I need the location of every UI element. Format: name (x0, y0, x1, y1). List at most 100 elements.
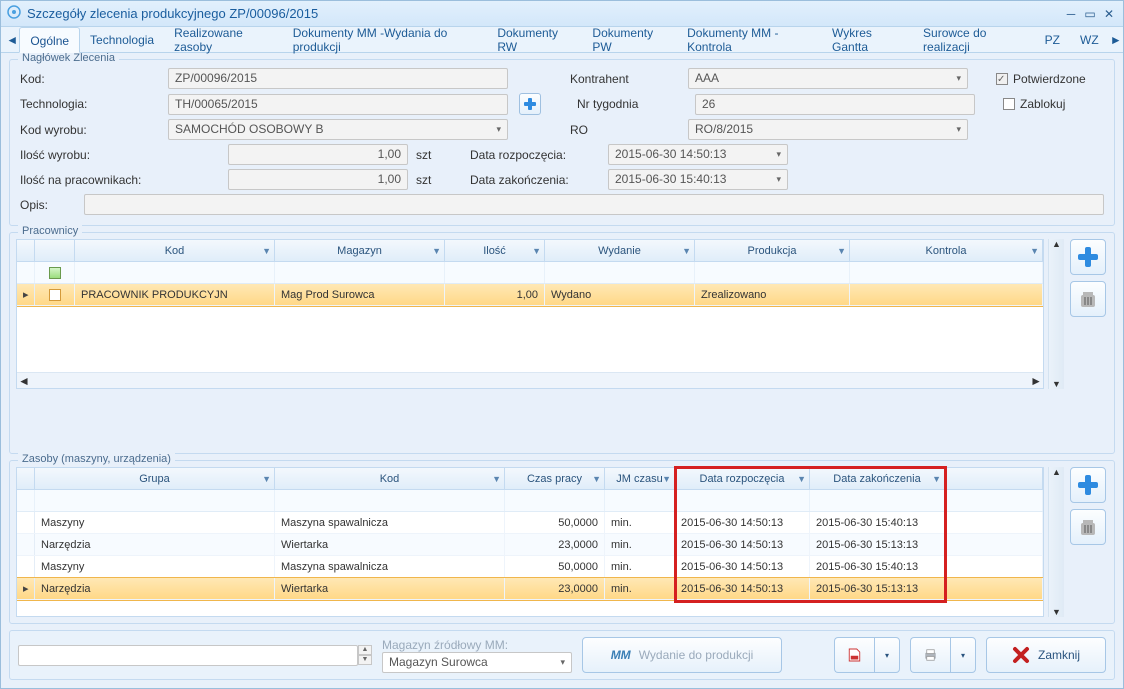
title-bar: Szczegóły zlecenia produkcyjnego ZP/0009… (1, 1, 1123, 27)
window-title: Szczegóły zlecenia produkcyjnego ZP/0009… (27, 6, 1060, 21)
checkbox-filter[interactable] (49, 267, 61, 279)
field-ilosc-prac[interactable]: 1,00 (228, 169, 408, 190)
label-mag-zrodlowy: Magazyn źródłowy MM: (382, 638, 572, 652)
field-ilosc-wyrobu[interactable]: 1,00 (228, 144, 408, 165)
tab-dok-mm-kontrola[interactable]: Dokumenty MM - Kontrola (677, 27, 822, 53)
pdf-export-button[interactable] (834, 637, 874, 673)
zamknij-button[interactable]: Zamknij (986, 637, 1106, 673)
filter-icon[interactable]: ▼ (1030, 246, 1039, 256)
chevron-down-icon: ▾ (956, 69, 961, 88)
filter-icon[interactable]: ▼ (797, 474, 806, 484)
wydanie-do-produkcji-button[interactable]: MM Wydanie do produkcji (582, 637, 782, 673)
filter-icon[interactable]: ▼ (662, 474, 671, 484)
add-technologia-button[interactable] (519, 93, 541, 115)
label-ilosc-prac: Ilość na pracownikach: (20, 173, 160, 187)
filter-icon[interactable]: ▼ (532, 246, 541, 256)
label-kontrahent: Kontrahent (570, 72, 680, 86)
filter-icon[interactable]: ▼ (682, 246, 691, 256)
tab-wz[interactable]: WZ (1070, 27, 1109, 53)
label-technologia: Technologia: (20, 97, 160, 111)
field-nr-tyg[interactable]: 26 (695, 94, 975, 115)
mm-icon: MM (611, 648, 631, 662)
tab-surowce[interactable]: Surowce do realizacji (913, 27, 1035, 53)
field-technologia[interactable]: TH/00065/2015 (168, 94, 508, 115)
label-ro: RO (570, 123, 680, 137)
tab-pz[interactable]: PZ (1035, 27, 1070, 53)
chevron-down-icon: ▾ (956, 120, 961, 139)
tab-scroll-right-icon[interactable]: ► (1109, 33, 1123, 47)
label-kod-wyrobu: Kod wyrobu: (20, 123, 160, 137)
field-data-zak[interactable]: 2015-06-30 15:40:13▾ (608, 169, 788, 190)
group-naglowek: Nagłówek Zlecenia Kod: ZP/00096/2015 Kon… (9, 59, 1115, 226)
label-opis: Opis: (20, 198, 76, 212)
field-kontrahent[interactable]: AAA▾ (688, 68, 968, 89)
field-ro[interactable]: RO/8/2015▾ (688, 119, 968, 140)
label-potwierdzone: Potwierdzone (1013, 72, 1086, 86)
field-bottom-text[interactable] (18, 645, 358, 666)
filter-icon[interactable]: ▼ (262, 474, 271, 484)
print-button[interactable] (910, 637, 950, 673)
table-row[interactable]: Maszyny Maszyna spawalnicza 50,0000 min.… (17, 512, 1043, 534)
group-naglowek-legend: Nagłówek Zlecenia (18, 53, 119, 64)
filter-icon[interactable]: ▼ (592, 474, 601, 484)
field-opis[interactable] (84, 194, 1104, 215)
minimize-icon[interactable]: ─ (1063, 7, 1079, 21)
add-zasob-button[interactable] (1070, 467, 1106, 503)
filter-icon[interactable]: ▼ (932, 474, 941, 484)
delete-zasob-button[interactable] (1070, 509, 1106, 545)
app-icon (7, 5, 21, 22)
table-row[interactable]: Maszyny Maszyna spawalnicza 50,0000 min.… (17, 556, 1043, 578)
chevron-down-icon: ▾ (560, 653, 565, 672)
pdf-dropdown-button[interactable]: ▾ (874, 637, 900, 673)
close-icon[interactable]: ✕ (1101, 7, 1117, 21)
label-nr-tyg: Nr tygodnia (577, 97, 687, 111)
unit-szt-2: szt (416, 173, 444, 187)
table-row[interactable]: Narzędzia Wiertarka 23,0000 min. 2015-06… (17, 534, 1043, 556)
tab-realizowane-zasoby[interactable]: Realizowane zasoby (164, 27, 283, 53)
pracownicy-grid[interactable]: Kod▼ Magazyn▼ Ilość▼ Wydanie▼ Produkcja▼… (16, 239, 1044, 389)
chevron-down-icon: ▾ (776, 170, 781, 189)
v-scrollbar[interactable]: ▲▼ (1048, 467, 1064, 617)
print-dropdown-button[interactable]: ▾ (950, 637, 976, 673)
table-row[interactable]: ▸ PRACOWNIK PRODUKCYJN Mag Prod Surowca … (17, 284, 1043, 306)
label-kod: Kod: (20, 72, 160, 86)
field-mag-zrodlowy[interactable]: Magazyn Surowca▾ (382, 652, 572, 673)
tab-ogolne[interactable]: Ogólne (19, 27, 80, 53)
v-scrollbar[interactable]: ▲▼ (1048, 239, 1064, 389)
add-pracownik-button[interactable] (1070, 239, 1106, 275)
checkbox-row[interactable] (49, 289, 61, 301)
field-data-rozp[interactable]: 2015-06-30 14:50:13▾ (608, 144, 788, 165)
filter-icon[interactable]: ▼ (432, 246, 441, 256)
checkbox-potwierdzone[interactable] (996, 73, 1008, 85)
tab-dok-pw[interactable]: Dokumenty PW (582, 27, 677, 53)
group-pracownicy-legend: Pracownicy (18, 225, 82, 237)
checkbox-zablokuj[interactable] (1003, 98, 1015, 110)
label-data-rozp: Data rozpoczęcia: (470, 148, 600, 162)
group-pracownicy: Pracownicy Kod▼ Magazyn▼ Ilość▼ Wydanie▼… (9, 232, 1115, 454)
field-kod[interactable]: ZP/00096/2015 (168, 68, 508, 89)
spin-down-icon[interactable]: ▼ (358, 655, 372, 665)
tab-strip: ◄ Ogólne Technologia Realizowane zasoby … (1, 27, 1123, 53)
label-data-zak: Data zakończenia: (470, 173, 600, 187)
label-zablokuj: Zablokuj (1020, 97, 1065, 111)
close-x-icon (1012, 646, 1030, 664)
delete-pracownik-button[interactable] (1070, 281, 1106, 317)
filter-icon[interactable]: ▼ (262, 246, 271, 256)
zasoby-grid[interactable]: Grupa▼ Kod▼ Czas pracy▼ JM czasu▼ Data r… (16, 467, 1044, 617)
tab-scroll-left-icon[interactable]: ◄ (5, 33, 19, 47)
group-zasoby-legend: Zasoby (maszyny, urządzenia) (18, 453, 175, 465)
tab-technologia[interactable]: Technologia (80, 27, 164, 53)
chevron-down-icon: ▾ (496, 120, 501, 139)
tab-dok-rw[interactable]: Dokumenty RW (487, 27, 582, 53)
tab-dok-mm-wydania[interactable]: Dokumenty MM -Wydania do produkcji (283, 27, 488, 53)
filter-icon[interactable]: ▼ (837, 246, 846, 256)
table-row[interactable]: ▸ Narzędzia Wiertarka 23,0000 min. 2015-… (17, 578, 1043, 600)
field-kod-wyrobu[interactable]: SAMOCHÓD OSOBOWY B▾ (168, 119, 508, 140)
h-scrollbar[interactable]: ◄► (17, 372, 1043, 388)
unit-szt-1: szt (416, 148, 444, 162)
chevron-down-icon: ▾ (776, 145, 781, 164)
spin-up-icon[interactable]: ▲ (358, 645, 372, 655)
filter-icon[interactable]: ▼ (492, 474, 501, 484)
maximize-icon[interactable]: ▭ (1082, 7, 1098, 21)
tab-wykres-gantta[interactable]: Wykres Gantta (822, 27, 913, 53)
